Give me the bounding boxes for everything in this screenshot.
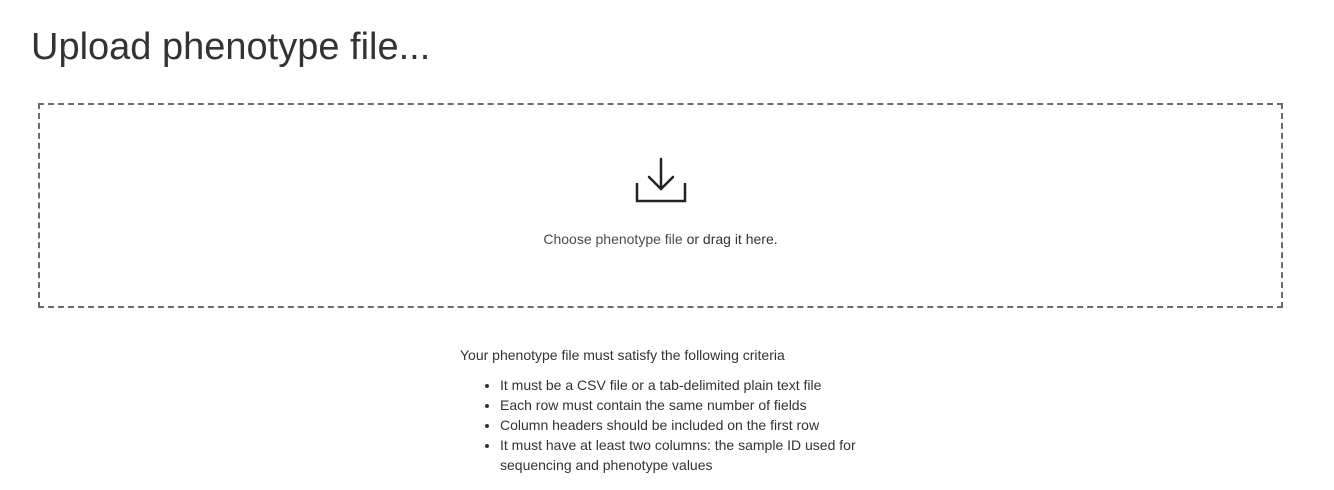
upload-page: Upload phenotype file... Choose phenotyp… xyxy=(0,0,1334,490)
criteria-list: It must be a CSV file or a tab-delimited… xyxy=(460,375,880,475)
criteria-item: It must have at least two columns: the s… xyxy=(500,435,860,475)
criteria-item: Each row must contain the same number of… xyxy=(500,395,860,415)
criteria-item: Column headers should be included on the… xyxy=(500,415,860,435)
criteria-title: Your phenotype file must satisfy the fol… xyxy=(460,347,785,363)
criteria-item: It must be a CSV file or a tab-delimited… xyxy=(500,375,860,395)
page-title: Upload phenotype file... xyxy=(31,26,431,68)
dropzone-instructions: Choose phenotype file or drag it here. xyxy=(40,229,1281,249)
choose-file-link[interactable]: Choose phenotype file xyxy=(543,231,682,247)
drag-hint-text: or drag it here. xyxy=(682,231,778,247)
download-icon xyxy=(634,157,688,203)
file-dropzone[interactable]: Choose phenotype file or drag it here. xyxy=(38,103,1283,308)
file-criteria: Your phenotype file must satisfy the fol… xyxy=(460,345,880,475)
